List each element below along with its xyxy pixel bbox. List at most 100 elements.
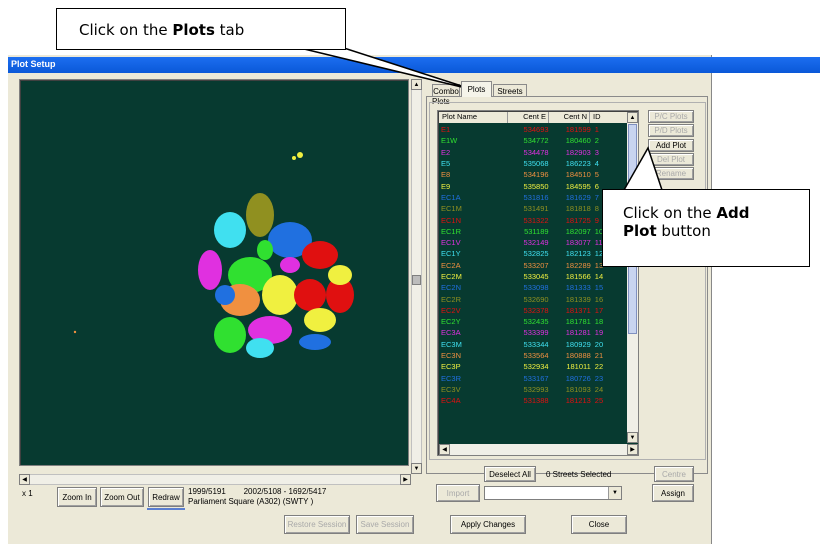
plot-name-cell: E8 [441,170,451,180]
table-horizontal-scrollbar[interactable]: ◀ ▶ [439,444,638,455]
callout-text: tab [214,21,245,39]
scroll-thumb[interactable] [412,275,421,285]
id-cell: 14 [594,272,604,281]
pc-plots-button[interactable]: P/C Plots [648,110,694,123]
scroll-up-arrow[interactable]: ▲ [411,79,422,90]
table-row[interactable]: EC2N 533098 181333 15 [439,282,627,293]
import-button[interactable]: Import [436,484,480,502]
callout-text: button [656,222,711,240]
id-cell: 16 [594,294,604,304]
table-row[interactable]: EC3R 533167 180726 23 [439,373,627,384]
table-row[interactable]: E2 534478 182903 3 [439,147,627,158]
table-vertical-scrollbar[interactable]: ▲ ▼ [627,112,638,443]
table-row[interactable]: EC3V 532993 181093 24 [439,384,627,395]
plot-name-cell: EC2V [441,305,461,315]
table-row[interactable]: EC3N 533564 180888 21 [439,350,627,361]
cent-n-cell: 181599 [565,125,591,135]
deselect-all-button[interactable]: Deselect All [484,466,536,482]
cent-e-cell: 535850 [523,181,549,191]
plot-name-cell: EC3V [441,384,461,394]
rename-plot-button[interactable]: Rename [648,167,694,180]
cent-e-cell: 534772 [523,136,549,146]
id-cell: 19 [594,328,604,338]
cent-e-cell: 532378 [523,305,549,315]
header-cent-n[interactable]: Cent N [549,112,590,123]
header-id[interactable]: ID [590,112,623,123]
table-scroll-left-arrow[interactable]: ◀ [439,444,450,455]
table-row[interactable]: EC2M 533045 181566 14 [439,271,627,282]
cent-e-cell: 534478 [523,147,549,157]
cent-e-cell: 532690 [523,294,549,304]
zoom-out-button[interactable]: Zoom Out [100,487,144,507]
table-row[interactable]: EC3P 532934 181011 22 [439,361,627,372]
table-row[interactable]: E8 534196 184510 5 [439,169,627,180]
assign-dropdown[interactable]: ▼ [484,486,622,500]
tab-plots[interactable]: Plots [461,81,492,97]
cent-n-cell: 180888 [565,351,591,361]
scroll-right-arrow[interactable]: ▶ [400,474,411,485]
streets-selected-status: 0 Streets Selected [546,470,612,479]
plot-table-header: Plot Name Cent E Cent N ID [439,112,627,123]
map-horizontal-scrollbar[interactable]: ◀ ▶ [19,474,411,485]
table-scroll-up-arrow[interactable]: ▲ [627,112,638,123]
map-canvas[interactable] [19,79,409,466]
plot-name-cell: EC1R [441,226,462,236]
dropdown-arrow-icon[interactable]: ▼ [608,487,621,499]
save-session-button[interactable]: Save Session [356,515,414,534]
callout-bold-text: Add [716,204,750,222]
id-cell: 5 [594,170,599,180]
restore-session-button[interactable]: Restore Session [284,515,350,534]
callout-bold-text: Plots [172,21,215,39]
plot-name-cell: E9 [441,181,451,191]
redraw-button[interactable]: Redraw [148,487,184,507]
table-row[interactable]: EC1A 531816 181629 7 [439,192,627,203]
table-row[interactable]: E1W 534772 180460 2 [439,135,627,146]
table-row[interactable]: EC2A 533207 182289 13 [439,260,627,271]
plot-name-cell: EC1A [441,192,461,202]
pd-plots-button[interactable]: P/D Plots [648,124,694,137]
table-row[interactable]: EC1M 531491 181818 8 [439,203,627,214]
table-row[interactable]: EC2R 532690 181339 16 [439,293,627,304]
redraw-underline [147,508,185,510]
table-row[interactable]: EC1Y 532825 182123 12 [439,248,627,259]
cent-e-cell: 531491 [523,204,549,214]
table-row[interactable]: E9 535850 184595 6 [439,180,627,191]
header-cent-e[interactable]: Cent E [508,112,549,123]
map-vertical-scrollbar[interactable]: ▲ ▼ [411,79,422,474]
cent-e-cell: 534196 [523,170,549,180]
del-plot-button[interactable]: Del Plot [648,153,694,166]
cent-e-cell: 533399 [523,328,549,338]
plot-name-cell: EC1Y [441,249,461,259]
cent-n-cell: 184595 [565,181,591,191]
cent-n-cell: 180460 [565,136,591,146]
table-scroll-right-arrow[interactable]: ▶ [627,444,638,455]
table-row[interactable]: E1 534693 181599 1 [439,124,627,135]
cent-n-cell: 181371 [565,305,591,315]
scroll-down-arrow[interactable]: ▼ [411,463,422,474]
table-row[interactable]: EC2Y 532435 181781 18 [439,316,627,327]
cent-n-cell: 181725 [565,215,591,225]
scroll-left-arrow[interactable]: ◀ [19,474,30,485]
assign-button[interactable]: Assign [652,484,694,502]
plot-table[interactable]: Plot Name Cent E Cent N ID E1 534693 18159… [437,110,639,456]
table-row[interactable]: EC4A 531388 181213 25 [439,395,627,406]
table-row[interactable]: EC3M 533344 180929 20 [439,339,627,350]
table-row[interactable]: E5 535068 186223 4 [439,158,627,169]
table-scroll-down-arrow[interactable]: ▼ [627,432,638,443]
table-row[interactable]: EC1R 531189 182097 10 [439,226,627,237]
centre-button[interactable]: Centre [654,466,694,482]
cent-n-cell: 184510 [565,170,591,180]
plot-name-cell: EC1V [441,238,461,248]
close-button[interactable]: Close [571,515,627,534]
table-row[interactable]: EC3A 533399 181281 19 [439,327,627,338]
table-row[interactable]: EC1V 532149 183077 11 [439,237,627,248]
plot-name-cell: EC3A [441,328,461,338]
table-row[interactable]: EC2V 532378 181371 17 [439,305,627,316]
header-plot-name[interactable]: Plot Name [439,112,508,123]
window-title: Plot Setup [11,59,56,69]
cent-e-cell: 532825 [523,249,549,259]
apply-changes-button[interactable]: Apply Changes [450,515,526,534]
table-row[interactable]: EC1N 531322 181725 9 [439,214,627,225]
zoom-in-button[interactable]: Zoom In [57,487,97,507]
add-plot-button[interactable]: Add Plot [648,139,694,152]
